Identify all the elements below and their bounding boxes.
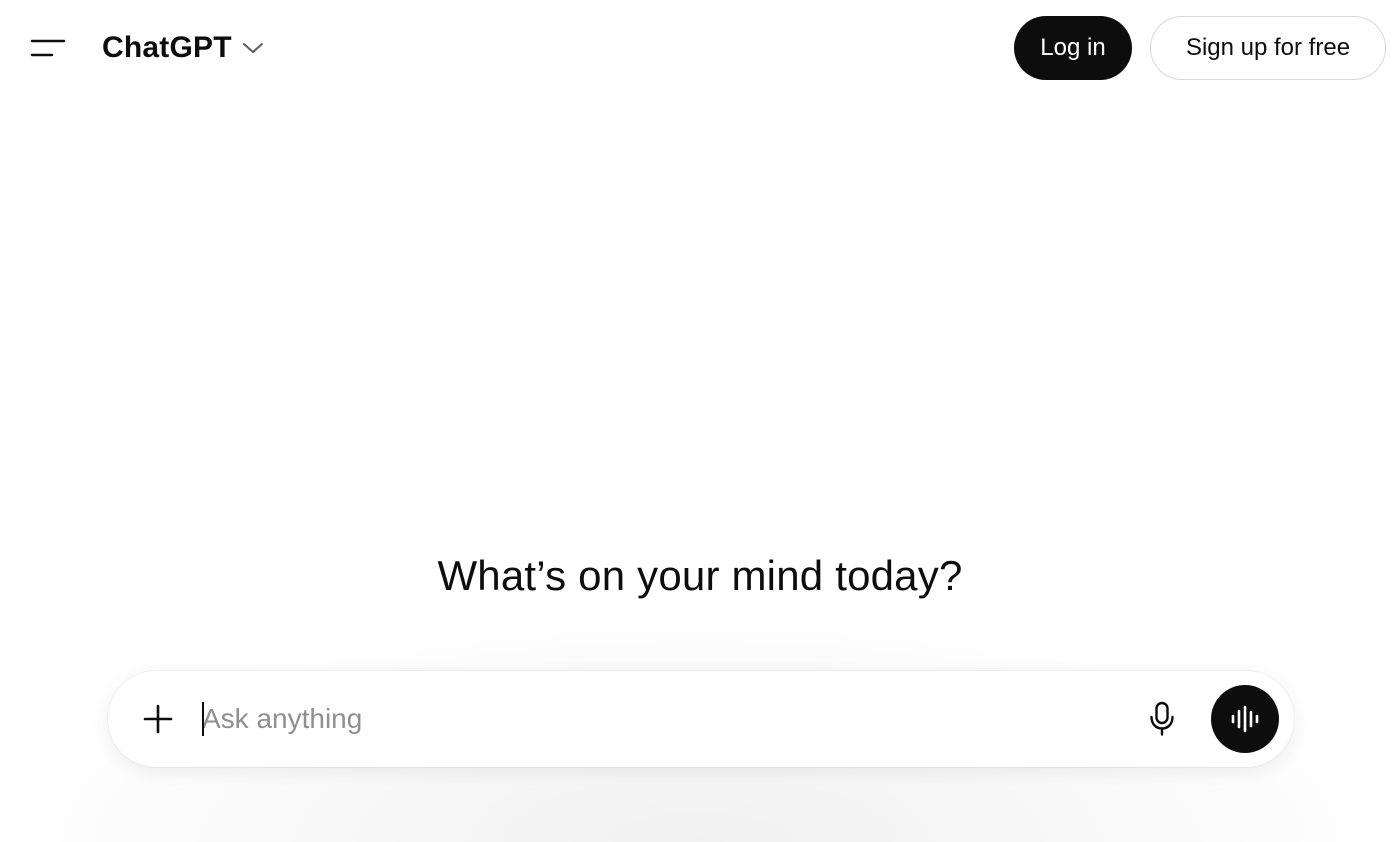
app-root: ChatGPT Log in Sign up for free What’s o…: [0, 0, 1400, 842]
prompt-input[interactable]: [202, 699, 1102, 739]
dictate-button[interactable]: [1138, 695, 1186, 743]
prompt-composer: [108, 671, 1294, 767]
top-bar: ChatGPT Log in Sign up for free: [0, 0, 1400, 96]
attach-button[interactable]: [134, 695, 182, 743]
voice-waveform-icon: [1231, 705, 1259, 733]
model-name: ChatGPT: [102, 31, 232, 64]
voice-mode-button[interactable]: [1211, 685, 1279, 753]
header-actions: Log in Sign up for free: [1014, 16, 1386, 80]
login-button[interactable]: Log in: [1014, 16, 1132, 80]
chevron-down-icon: [242, 43, 263, 53]
sidebar-toggle-icon: [30, 39, 66, 57]
model-selector[interactable]: ChatGPT: [92, 24, 274, 72]
microphone-icon: [1150, 701, 1174, 736]
signup-button[interactable]: Sign up for free: [1150, 16, 1386, 80]
sidebar-toggle-button[interactable]: [22, 26, 74, 70]
plus-icon: [143, 704, 173, 734]
text-caret: [202, 702, 204, 736]
page-headline: What’s on your mind today?: [437, 552, 963, 599]
